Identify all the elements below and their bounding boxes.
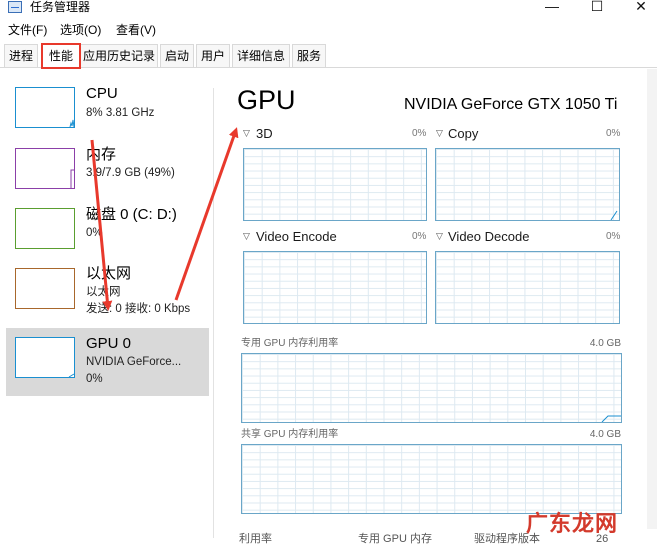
watermark: 广东龙网 — [526, 511, 619, 537]
task-manager-window: 任务管理器 — ☐ ✕ 文件(F) 选项(O) 查看(V) 进程 性能 应用历史… — [0, 0, 657, 548]
red-arrow-annotations — [90, 127, 239, 311]
arrow-to-gpu-item — [90, 139, 113, 311]
arrow-to-gpu-title — [174, 127, 239, 301]
